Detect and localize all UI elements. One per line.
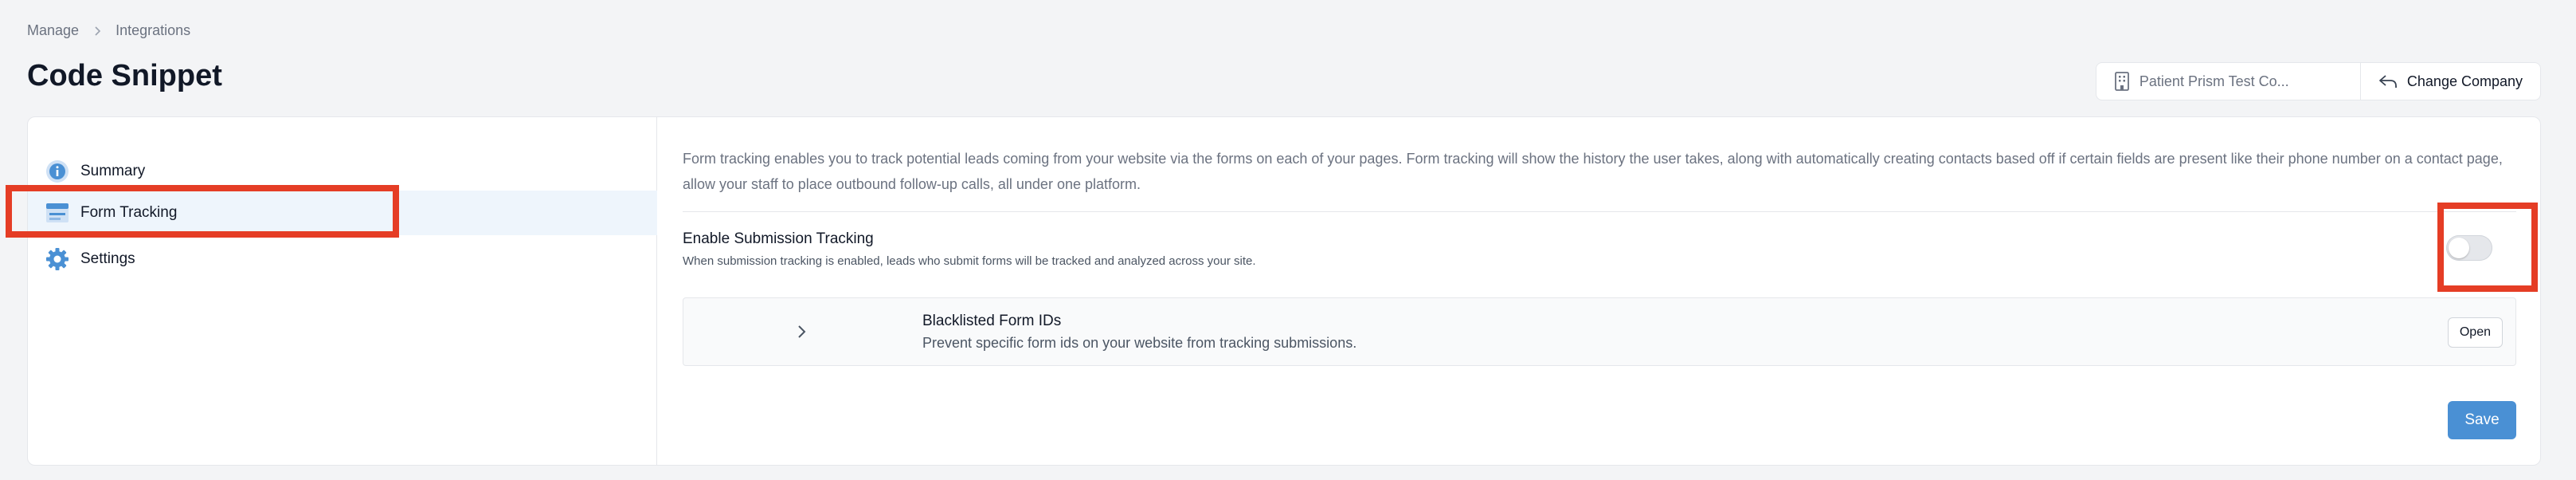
building-icon	[2115, 72, 2129, 91]
main-content: Form tracking enables you to track poten…	[683, 117, 2516, 465]
reply-arrow-icon	[2379, 75, 2397, 88]
breadcrumb-integrations[interactable]: Integrations	[115, 22, 190, 39]
sidebar-item-label: Settings	[80, 250, 135, 267]
info-icon	[45, 159, 69, 183]
open-button[interactable]: Open	[2447, 317, 2503, 348]
submission-tracking-title: Enable Submission Tracking	[683, 230, 874, 247]
chevron-right-icon	[95, 26, 101, 36]
divider	[683, 211, 2516, 212]
company-switcher: Patient Prism Test Co... Change Company	[2095, 62, 2541, 100]
sidebar-item-summary[interactable]: Summary	[28, 149, 657, 194]
breadcrumb: Manage Integrations	[27, 22, 190, 39]
submission-tracking-toggle[interactable]	[2446, 235, 2492, 261]
sidebar-item-form-tracking[interactable]: Form Tracking	[28, 191, 657, 235]
sidebar-item-settings[interactable]: Settings	[28, 237, 657, 281]
sidebar-item-label: Form Tracking	[80, 204, 178, 221]
form-icon	[45, 201, 69, 225]
form-tracking-intro: Form tracking enables you to track poten…	[683, 151, 2503, 192]
blacklisted-form-ids-panel[interactable]: Blacklisted Form IDs Prevent specific fo…	[683, 297, 2516, 366]
submission-tracking-description: When submission tracking is enabled, lea…	[683, 254, 1256, 268]
sidebar-item-label: Summary	[80, 163, 146, 179]
blacklist-description: Prevent specific form ids on your websit…	[922, 335, 1357, 351]
save-button[interactable]: Save	[2448, 401, 2516, 439]
change-company-button[interactable]: Change Company	[2359, 63, 2540, 100]
company-name: Patient Prism Test Co...	[2139, 73, 2289, 89]
gear-icon	[45, 247, 69, 271]
blacklist-title: Blacklisted Form IDs	[922, 313, 1062, 329]
company-selector[interactable]: Patient Prism Test Co...	[2096, 63, 2360, 100]
toggle-knob	[2449, 238, 2469, 258]
settings-card: Summary Form Tracking Settings Form trac…	[27, 116, 2541, 466]
page-title: Code Snippet	[27, 59, 222, 92]
change-company-label: Change Company	[2406, 73, 2523, 89]
chevron-right-icon[interactable]	[792, 322, 811, 341]
sidebar: Summary Form Tracking Settings	[28, 117, 657, 465]
breadcrumb-manage[interactable]: Manage	[27, 22, 79, 39]
